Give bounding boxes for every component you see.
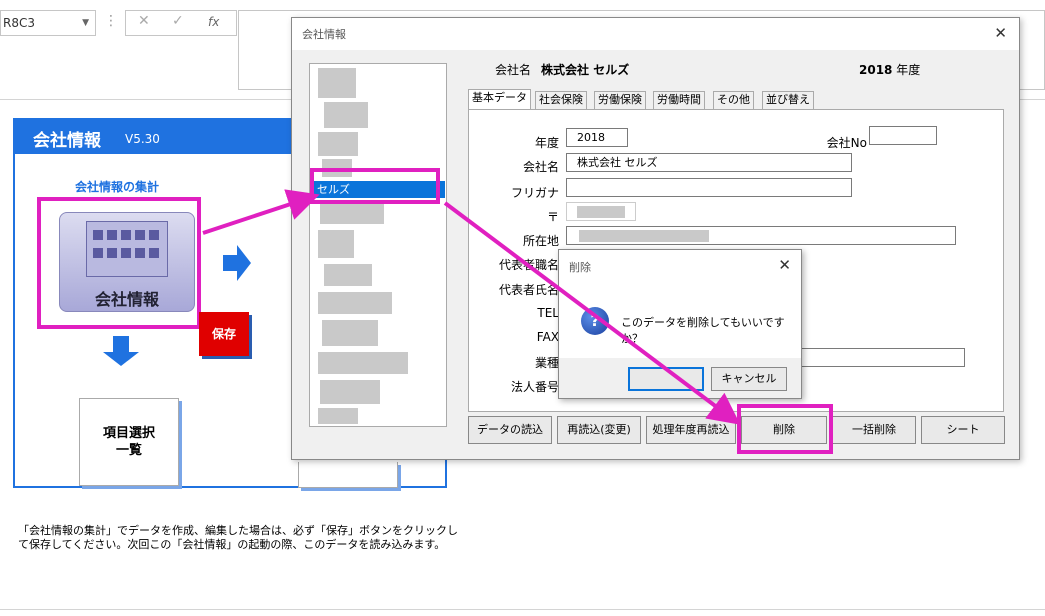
annotation-arrows xyxy=(202,189,741,425)
arrow-to-delete xyxy=(443,201,741,425)
arrow-to-list xyxy=(202,189,320,235)
